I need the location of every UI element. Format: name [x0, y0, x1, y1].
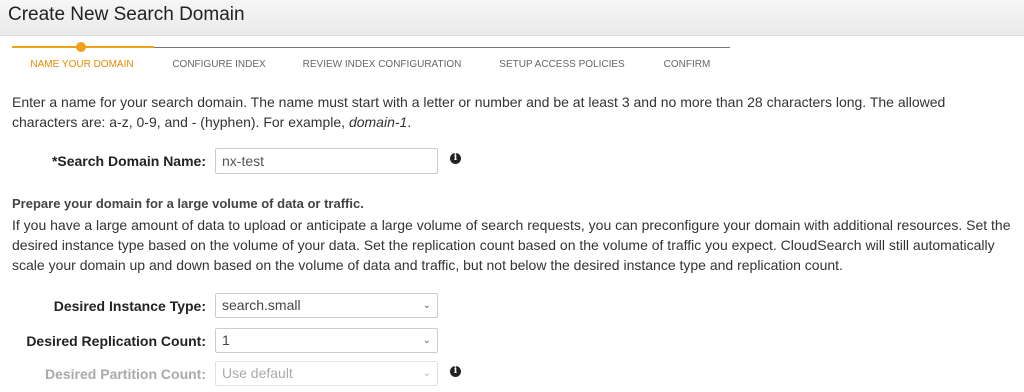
- wizard-step-review-index-configuration[interactable]: REVIEW INDEX CONFIGURATION: [303, 59, 462, 70]
- instance-type-select[interactable]: search.small ⌄: [215, 293, 438, 318]
- search-domain-name-label: *Search Domain Name:: [51, 153, 206, 169]
- replication-count-value: 1: [222, 332, 230, 348]
- chevron-down-icon: ⌄: [422, 335, 431, 346]
- chevron-down-icon: ⌄: [422, 368, 431, 379]
- page-title: Create New Search Domain: [8, 4, 245, 25]
- replication-count-label: Desired Replication Count:: [26, 333, 206, 349]
- partition-count-value: Use default: [222, 365, 293, 381]
- capacity-heading: Prepare your domain for a large volume o…: [12, 196, 364, 211]
- info-icon[interactable]: i: [450, 366, 461, 377]
- replication-count-select[interactable]: 1 ⌄: [215, 328, 438, 353]
- page-header: Create New Search Domain: [0, 0, 1024, 36]
- instance-type-value: search.small: [222, 297, 301, 313]
- search-domain-name-input[interactable]: [215, 148, 438, 174]
- capacity-description: If you have a large amount of data to up…: [12, 217, 1011, 273]
- wizard-step-configure-index[interactable]: CONFIGURE INDEX: [172, 59, 265, 70]
- wizard-current-step-dot: [76, 42, 86, 52]
- intro-suffix: .: [407, 114, 412, 130]
- wizard-step-setup-access-policies[interactable]: SETUP ACCESS POLICIES: [499, 59, 624, 70]
- partition-count-label: Desired Partition Count:: [44, 366, 206, 382]
- chevron-down-icon: ⌄: [422, 300, 431, 311]
- intro-body: Enter a name for your search domain. The…: [12, 94, 946, 130]
- partition-count-select: Use default ⌄: [215, 361, 438, 386]
- intro-example: domain-1: [348, 114, 408, 130]
- instance-type-label: Desired Instance Type:: [53, 298, 206, 314]
- wizard-step-confirm[interactable]: CONFIRM: [664, 59, 711, 70]
- info-icon[interactable]: i: [450, 153, 461, 164]
- wizard-step-name-your-domain[interactable]: NAME YOUR DOMAIN: [30, 59, 133, 70]
- intro-text: Enter a name for your search domain. The…: [12, 92, 1012, 132]
